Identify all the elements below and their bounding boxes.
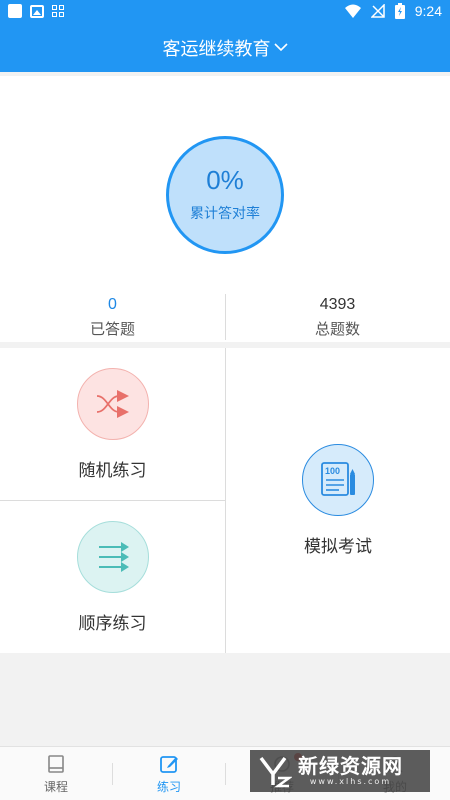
app-notification-icon <box>8 4 22 18</box>
exam-paper-icon: 100 <box>302 444 374 516</box>
app-header[interactable]: 客运继续教育 <box>0 24 450 72</box>
watermark-overlay: 新绿资源网 www.xlhs.com <box>250 750 430 792</box>
exam-score-badge: 100 <box>325 466 340 476</box>
book-icon <box>48 754 64 773</box>
course-selector-title[interactable]: 客运继续教育 <box>163 35 271 61</box>
accuracy-ring: 0% 累计答对率 <box>166 136 284 254</box>
answered-count: 0 <box>108 296 117 314</box>
tab-practice[interactable]: 练习 <box>113 747 225 800</box>
practice-modes: 随机练习 顺序练习 100 模拟考试 <box>0 348 450 653</box>
mock-exam-button[interactable]: 100 模拟考试 <box>226 444 450 557</box>
tab-courses-label: 课程 <box>43 779 68 794</box>
tab-practice-label: 练习 <box>156 779 181 794</box>
wifi-icon <box>344 4 361 18</box>
random-practice-button[interactable]: 随机练习 <box>0 368 225 481</box>
watermark-logo-icon <box>259 756 292 788</box>
answered-stat: 0 已答题 <box>0 292 225 342</box>
stats-divider <box>225 294 226 340</box>
no-signal-icon <box>370 4 385 18</box>
accuracy-percent: 0% <box>206 165 244 195</box>
total-stat: 4393 总题数 <box>225 292 450 342</box>
chevron-down-icon[interactable] <box>273 42 288 52</box>
qr-notification-icon <box>52 5 64 17</box>
random-practice-label: 随机练习 <box>78 461 147 481</box>
accuracy-label: 累计答对率 <box>190 206 260 222</box>
shuffle-icon <box>76 368 149 440</box>
grid-divider-horizontal <box>0 500 225 501</box>
total-count: 4393 <box>319 296 356 314</box>
tab-courses[interactable]: 课程 <box>0 747 112 800</box>
watermark-url: www.xlhs.com <box>309 777 392 786</box>
sequential-practice-label: 顺序练习 <box>78 614 147 634</box>
sequential-practice-button[interactable]: 顺序练习 <box>0 521 225 634</box>
answered-label: 已答题 <box>89 319 135 338</box>
battery-icon <box>394 3 405 19</box>
mock-exam-label: 模拟考试 <box>304 537 372 557</box>
sequence-icon <box>76 521 149 593</box>
total-label: 总题数 <box>314 319 360 338</box>
edit-icon <box>160 755 178 773</box>
status-bar: 9:24 <box>0 0 450 24</box>
progress-card: 0% 累计答对率 0 已答题 4393 总题数 <box>0 76 450 342</box>
image-notification-icon <box>30 4 44 18</box>
stats-row: 0 已答题 4393 总题数 <box>0 292 450 342</box>
clock: 9:24 <box>414 3 442 19</box>
watermark-text: 新绿资源网 <box>298 754 403 778</box>
